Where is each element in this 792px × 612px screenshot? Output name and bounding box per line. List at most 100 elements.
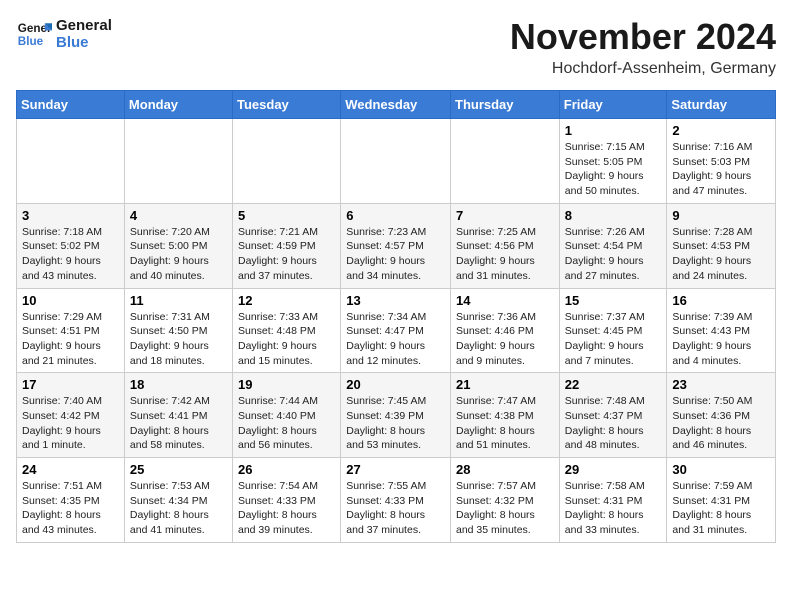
day-info: Sunrise: 7:28 AM Sunset: 4:53 PM Dayligh… [672,225,770,284]
calendar-cell: 11Sunrise: 7:31 AM Sunset: 4:50 PM Dayli… [124,288,232,373]
calendar-cell [17,119,125,204]
day-info: Sunrise: 7:42 AM Sunset: 4:41 PM Dayligh… [130,394,227,453]
calendar-cell [233,119,341,204]
day-info: Sunrise: 7:39 AM Sunset: 4:43 PM Dayligh… [672,310,770,369]
week-row-1: 1 Sunrise: 7:15 AM Sunset: 5:05 PM Daylig… [17,119,776,204]
day-info: Sunrise: 7:48 AM Sunset: 4:37 PM Dayligh… [565,394,662,453]
day-number: 10 [22,293,119,308]
calendar-cell: 23 Sunrise: 7:50 AM Sunset: 4:36 PM Dayli… [667,373,776,458]
day-number: 16 [672,293,770,308]
calendar-cell: 15Sunrise: 7:37 AM Sunset: 4:45 PM Dayli… [559,288,667,373]
day-number: 1 [565,123,662,138]
day-info: Sunrise: 7:47 AM Sunset: 4:38 PM Dayligh… [456,394,554,453]
calendar-cell: 4 Sunrise: 7:20 AM Sunset: 5:00 PM Daylig… [124,203,232,288]
day-info: Sunrise: 7:40 AM Sunset: 4:42 PM Dayligh… [22,394,119,453]
calendar-cell: 28 Sunrise: 7:57 AM Sunset: 4:32 PM Dayli… [451,458,560,543]
day-info: Sunrise: 7:37 AM Sunset: 4:45 PM Dayligh… [565,310,662,369]
day-info: Sunrise: 7:55 AM Sunset: 4:33 PM Dayligh… [346,479,445,538]
calendar-table: SundayMondayTuesdayWednesdayThursdayFrid… [16,90,776,543]
day-number: 29 [565,462,662,477]
day-number: 23 [672,377,770,392]
calendar-cell: 30Sunrise: 7:59 AM Sunset: 4:31 PM Dayli… [667,458,776,543]
calendar-cell: 22 Sunrise: 7:48 AM Sunset: 4:37 PM Dayli… [559,373,667,458]
day-info: Sunrise: 7:51 AM Sunset: 4:35 PM Dayligh… [22,479,119,538]
day-info: Sunrise: 7:29 AM Sunset: 4:51 PM Dayligh… [22,310,119,369]
day-number: 13 [346,293,445,308]
day-info: Sunrise: 7:44 AM Sunset: 4:40 PM Dayligh… [238,394,335,453]
day-number: 19 [238,377,335,392]
calendar-cell: 9 Sunrise: 7:28 AM Sunset: 4:53 PM Daylig… [667,203,776,288]
day-number: 14 [456,293,554,308]
logo: General Blue General Blue [16,16,112,52]
month-title: November 2024 [510,16,776,58]
calendar-cell: 2Sunrise: 7:16 AM Sunset: 5:03 PM Daylig… [667,119,776,204]
day-number: 28 [456,462,554,477]
calendar-cell: 1 Sunrise: 7:15 AM Sunset: 5:05 PM Daylig… [559,119,667,204]
calendar-cell: 26 Sunrise: 7:54 AM Sunset: 4:33 PM Dayli… [233,458,341,543]
day-info: Sunrise: 7:33 AM Sunset: 4:48 PM Dayligh… [238,310,335,369]
calendar-cell: 5 Sunrise: 7:21 AM Sunset: 4:59 PM Daylig… [233,203,341,288]
day-info: Sunrise: 7:36 AM Sunset: 4:46 PM Dayligh… [456,310,554,369]
logo-general: General [56,17,112,34]
calendar-cell: 10 Sunrise: 7:29 AM Sunset: 4:51 PM Dayli… [17,288,125,373]
svg-text:Blue: Blue [18,35,44,48]
calendar-cell: 18Sunrise: 7:42 AM Sunset: 4:41 PM Dayli… [124,373,232,458]
calendar-cell: 8Sunrise: 7:26 AM Sunset: 4:54 PM Daylig… [559,203,667,288]
day-info: Sunrise: 7:45 AM Sunset: 4:39 PM Dayligh… [346,394,445,453]
calendar-cell [341,119,451,204]
calendar-cell: 25 Sunrise: 7:53 AM Sunset: 4:34 PM Dayli… [124,458,232,543]
day-info: Sunrise: 7:26 AM Sunset: 4:54 PM Dayligh… [565,225,662,284]
day-info: Sunrise: 7:20 AM Sunset: 5:00 PM Dayligh… [130,225,227,284]
day-info: Sunrise: 7:18 AM Sunset: 5:02 PM Dayligh… [22,225,119,284]
week-row-4: 17 Sunrise: 7:40 AM Sunset: 4:42 PM Dayli… [17,373,776,458]
calendar-cell: 27 Sunrise: 7:55 AM Sunset: 4:33 PM Dayli… [341,458,451,543]
weekday-header-tuesday: Tuesday [233,91,341,119]
day-info: Sunrise: 7:50 AM Sunset: 4:36 PM Dayligh… [672,394,770,453]
calendar-cell: 24 Sunrise: 7:51 AM Sunset: 4:35 PM Dayli… [17,458,125,543]
calendar-cell [451,119,560,204]
calendar-cell: 21Sunrise: 7:47 AM Sunset: 4:38 PM Dayli… [451,373,560,458]
day-number: 4 [130,208,227,223]
calendar-cell: 7 Sunrise: 7:25 AM Sunset: 4:56 PM Daylig… [451,203,560,288]
day-info: Sunrise: 7:59 AM Sunset: 4:31 PM Dayligh… [672,479,770,538]
day-number: 25 [130,462,227,477]
logo-icon: General Blue [16,16,52,52]
week-row-3: 10 Sunrise: 7:29 AM Sunset: 4:51 PM Dayli… [17,288,776,373]
calendar-cell: 16 Sunrise: 7:39 AM Sunset: 4:43 PM Dayli… [667,288,776,373]
calendar-cell: 20 Sunrise: 7:45 AM Sunset: 4:39 PM Dayli… [341,373,451,458]
weekday-header-monday: Monday [124,91,232,119]
day-info: Sunrise: 7:16 AM Sunset: 5:03 PM Dayligh… [672,140,770,199]
day-number: 24 [22,462,119,477]
day-info: Sunrise: 7:23 AM Sunset: 4:57 PM Dayligh… [346,225,445,284]
weekday-header-friday: Friday [559,91,667,119]
day-info: Sunrise: 7:25 AM Sunset: 4:56 PM Dayligh… [456,225,554,284]
calendar-cell: 29 Sunrise: 7:58 AM Sunset: 4:31 PM Dayli… [559,458,667,543]
weekday-header-wednesday: Wednesday [341,91,451,119]
day-number: 27 [346,462,445,477]
calendar-cell: 17 Sunrise: 7:40 AM Sunset: 4:42 PM Dayli… [17,373,125,458]
day-info: Sunrise: 7:15 AM Sunset: 5:05 PM Dayligh… [565,140,662,199]
day-number: 22 [565,377,662,392]
location-title: Hochdorf-Assenheim, Germany [510,60,776,78]
day-info: Sunrise: 7:57 AM Sunset: 4:32 PM Dayligh… [456,479,554,538]
day-info: Sunrise: 7:54 AM Sunset: 4:33 PM Dayligh… [238,479,335,538]
day-info: Sunrise: 7:53 AM Sunset: 4:34 PM Dayligh… [130,479,227,538]
day-number: 26 [238,462,335,477]
day-info: Sunrise: 7:21 AM Sunset: 4:59 PM Dayligh… [238,225,335,284]
day-number: 20 [346,377,445,392]
calendar-cell: 12Sunrise: 7:33 AM Sunset: 4:48 PM Dayli… [233,288,341,373]
day-number: 5 [238,208,335,223]
day-info: Sunrise: 7:34 AM Sunset: 4:47 PM Dayligh… [346,310,445,369]
calendar-cell: 6 Sunrise: 7:23 AM Sunset: 4:57 PM Daylig… [341,203,451,288]
day-info: Sunrise: 7:58 AM Sunset: 4:31 PM Dayligh… [565,479,662,538]
title-area: November 2024 Hochdorf-Assenheim, German… [510,16,776,78]
logo-blue: Blue [56,34,112,51]
weekday-header-row: SundayMondayTuesdayWednesdayThursdayFrid… [17,91,776,119]
day-number: 11 [130,293,227,308]
page-header: General Blue General Blue November 2024 … [16,16,776,78]
week-row-2: 3Sunrise: 7:18 AM Sunset: 5:02 PM Daylig… [17,203,776,288]
day-number: 7 [456,208,554,223]
day-number: 6 [346,208,445,223]
day-number: 9 [672,208,770,223]
day-number: 17 [22,377,119,392]
